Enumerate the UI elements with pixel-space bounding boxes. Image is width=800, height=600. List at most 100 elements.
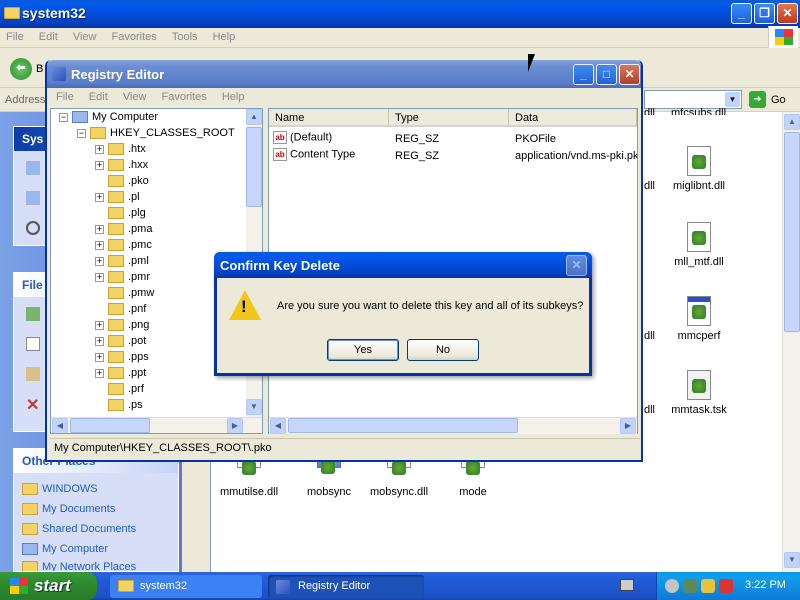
expand-icon[interactable]: + [95, 352, 104, 362]
tree-key-item[interactable]: + .pl [95, 191, 140, 207]
minimize-button[interactable]: _ [731, 3, 752, 24]
scroll-thumb[interactable] [784, 132, 800, 332]
file-label-cut[interactable]: mfcsubs.dll [671, 107, 726, 115]
tree-horizontal-scrollbar[interactable]: ◀ ▶ [51, 417, 262, 433]
tree-key-item[interactable]: +.pko [95, 175, 149, 191]
file-label-partial[interactable]: dll [644, 404, 655, 416]
place-windows[interactable]: WINDOWS [22, 483, 98, 496]
scroll-down-arrow[interactable]: ▼ [246, 399, 262, 415]
copy-icon[interactable] [26, 337, 40, 351]
keyboard-icon[interactable] [620, 579, 634, 591]
file-item[interactable]: mmtask.tsk [659, 370, 739, 416]
scroll-up-arrow[interactable]: ▲ [246, 109, 262, 125]
menu-help[interactable]: Help [216, 88, 251, 106]
expand-icon[interactable]: + [95, 368, 104, 378]
tree-key-item[interactable]: + .pmc [95, 239, 152, 255]
collapse-icon[interactable]: − [77, 128, 86, 138]
file-item[interactable]: mmcperf [659, 296, 739, 342]
menu-edit[interactable]: Edit [83, 88, 114, 106]
explorer-title-bar[interactable]: system32 _ ❐ ✕ [0, 0, 800, 28]
scroll-right-arrow[interactable]: ▶ [227, 418, 243, 433]
place-my-computer[interactable]: My Computer [22, 543, 108, 556]
back-arrow-icon[interactable]: ⬅ [10, 58, 32, 80]
expand-icon[interactable]: + [95, 256, 104, 266]
scroll-thumb[interactable] [246, 127, 262, 207]
chevron-down-icon[interactable]: ▼ [725, 92, 740, 107]
yes-button[interactable]: Yes [327, 339, 399, 361]
tree-node-hkcr[interactable]: − HKEY_CLASSES_ROOT [77, 127, 235, 143]
menu-view[interactable]: View [67, 28, 103, 46]
expand-icon[interactable]: + [95, 272, 104, 282]
menu-view[interactable]: View [117, 88, 153, 106]
tree-key-item[interactable]: + .pmr [95, 271, 150, 287]
expand-icon[interactable]: + [95, 336, 104, 346]
collapse-icon[interactable]: − [59, 112, 68, 122]
close-button[interactable]: ✕ [619, 64, 640, 85]
menu-file[interactable]: File [0, 28, 30, 46]
menu-edit[interactable]: Edit [33, 28, 64, 46]
volume-icon[interactable] [683, 579, 697, 593]
restore-button[interactable]: ❐ [754, 3, 775, 24]
tree-key-item[interactable]: +.prf [95, 383, 144, 399]
tree-key-item[interactable]: +.pmw [95, 287, 154, 303]
tree-key-item[interactable]: +.plg [95, 207, 146, 223]
file-item[interactable]: miglibnt.dll [659, 146, 739, 192]
minimize-button[interactable]: _ [573, 64, 594, 85]
close-button[interactable]: ✕ [777, 3, 798, 24]
expand-icon[interactable]: + [95, 144, 104, 154]
move-icon[interactable] [26, 367, 40, 381]
tree-key-item[interactable]: +.pnf [95, 303, 146, 319]
file-label-cut-2[interactable]: dll [644, 107, 655, 115]
column-header-data[interactable]: Data [509, 109, 637, 127]
file-label-partial[interactable]: dll [644, 330, 655, 342]
file-item[interactable]: mll_mtf.dll [659, 222, 739, 268]
clock[interactable]: 3:22 PM [745, 579, 786, 591]
value-row[interactable]: ab (Default) [273, 131, 332, 148]
maximize-button[interactable]: □ [596, 64, 617, 85]
value-row[interactable]: ab Content Type [273, 148, 355, 165]
expand-icon[interactable]: + [95, 192, 104, 202]
scroll-thumb[interactable] [70, 418, 150, 433]
tree-key-item[interactable]: + .ppt [95, 367, 146, 383]
back-label[interactable]: B [36, 63, 43, 75]
delete-icon[interactable]: ✕ [26, 395, 39, 415]
regedit-title-bar[interactable]: Registry Editor _ □ ✕ [47, 60, 641, 88]
taskbar-item-system32[interactable]: system32 [110, 575, 262, 598]
tree-key-item[interactable]: + .pot [95, 335, 146, 351]
values-horizontal-scrollbar[interactable]: ◀ ▶ [269, 417, 637, 434]
shield-icon[interactable] [701, 579, 715, 593]
place-shared-documents[interactable]: Shared Documents [22, 523, 136, 536]
no-button[interactable]: No [407, 339, 479, 361]
tree-key-item[interactable]: +.ps [95, 399, 143, 415]
tree-key-item[interactable]: + .pps [95, 351, 149, 367]
menu-help[interactable]: Help [207, 28, 242, 46]
menu-tools[interactable]: Tools [166, 28, 204, 46]
menu-file[interactable]: File [50, 88, 80, 106]
column-header-name[interactable]: Name [269, 109, 389, 127]
tree-key-item[interactable]: + .htx [95, 143, 146, 159]
scroll-down-arrow[interactable]: ▼ [784, 552, 800, 568]
explorer-vertical-scrollbar[interactable]: ▲ ▼ [782, 112, 800, 572]
expand-icon[interactable]: + [95, 160, 104, 170]
scroll-right-arrow[interactable]: ▶ [620, 418, 636, 434]
add-remove-icon[interactable] [26, 191, 40, 205]
network-icon[interactable] [665, 579, 679, 593]
system-info-icon[interactable] [26, 161, 40, 175]
menu-favorites[interactable]: Favorites [106, 28, 163, 46]
scroll-left-arrow[interactable]: ◀ [52, 418, 68, 433]
place-my-network[interactable]: My Network Places [22, 561, 136, 571]
expand-icon[interactable]: + [95, 320, 104, 330]
menu-favorites[interactable]: Favorites [156, 88, 213, 106]
security-alert-icon[interactable] [719, 579, 733, 593]
tree-key-item[interactable]: + .png [95, 319, 149, 335]
dialog-title-bar[interactable]: Confirm Key Delete ✕ [214, 252, 592, 278]
place-my-documents[interactable]: My Documents [22, 503, 115, 516]
tree-key-item[interactable]: + .hxx [95, 159, 148, 175]
scroll-thumb[interactable] [288, 418, 518, 433]
file-label-partial[interactable]: dll [644, 180, 655, 192]
scroll-up-arrow[interactable]: ▲ [784, 114, 800, 130]
scroll-left-arrow[interactable]: ◀ [270, 418, 286, 434]
close-button[interactable]: ✕ [566, 255, 587, 276]
column-header-type[interactable]: Type [389, 109, 509, 127]
expand-icon[interactable]: + [95, 224, 104, 234]
